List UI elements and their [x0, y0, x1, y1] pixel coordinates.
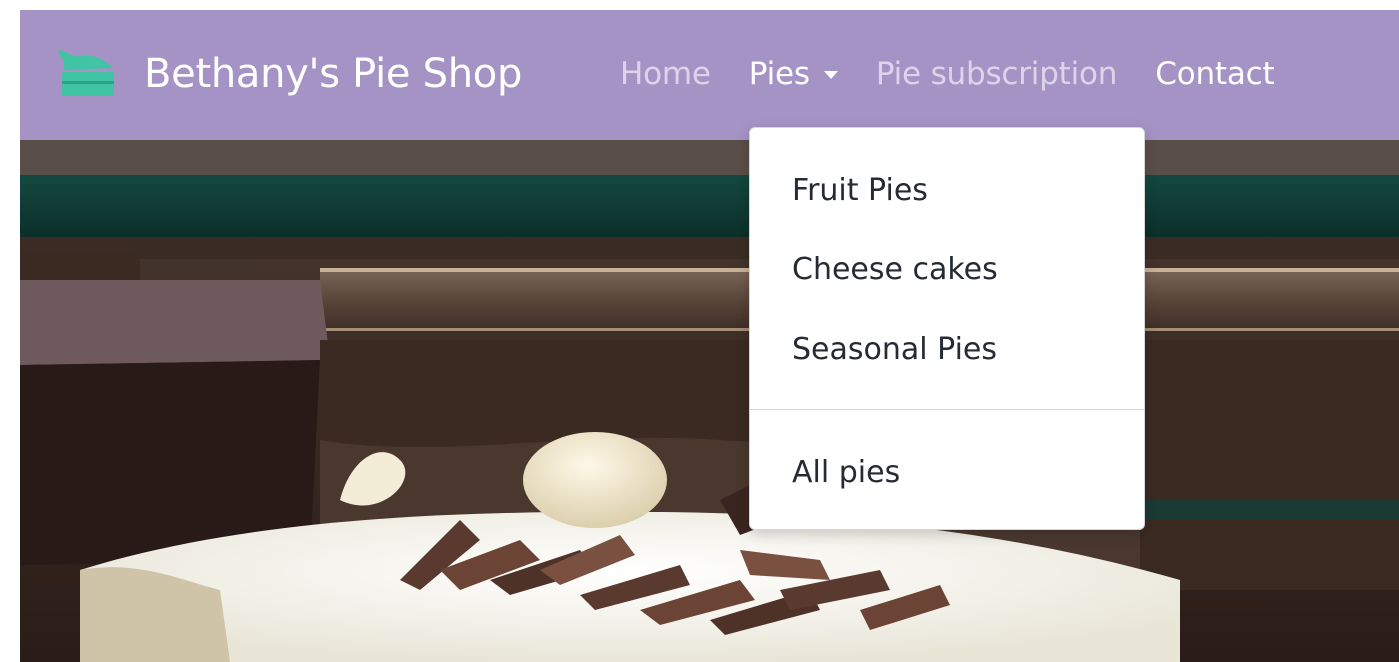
caret-down-icon	[823, 71, 838, 79]
nav-menu: Home Pies Pie subscription Contact	[620, 48, 1275, 100]
brand-name: Bethany's Pie Shop	[144, 51, 523, 97]
nav-pie-subscription-link[interactable]: Pie subscription	[876, 56, 1118, 92]
brand-link[interactable]: Bethany's Pie Shop	[54, 42, 522, 106]
nav-home-link[interactable]: Home	[620, 56, 711, 92]
page: Bethany's Pie Shop Home Pies Pie subscri…	[20, 10, 1399, 662]
nav-contact-link[interactable]: Contact	[1155, 56, 1274, 92]
dropdown-item-seasonal-pies[interactable]: Seasonal Pies	[792, 330, 997, 370]
navbar: Bethany's Pie Shop Home Pies Pie subscri…	[20, 10, 1399, 140]
pies-dropdown-menu: Fruit Pies Cheese cakes Seasonal Pies Al…	[749, 127, 1145, 530]
dropdown-item-all-pies[interactable]: All pies	[792, 453, 900, 493]
dropdown-item-cheese-cakes[interactable]: Cheese cakes	[792, 250, 998, 290]
dropdown-divider	[750, 409, 1144, 410]
hero-image	[20, 140, 1399, 662]
dropdown-item-fruit-pies[interactable]: Fruit Pies	[792, 171, 928, 211]
pie-slice-icon	[58, 49, 114, 96]
nav-pies-label: Pies	[748, 56, 810, 92]
nav-pies-dropdown-toggle[interactable]: Pies	[749, 56, 838, 92]
hero-pie-photo	[20, 140, 1399, 662]
